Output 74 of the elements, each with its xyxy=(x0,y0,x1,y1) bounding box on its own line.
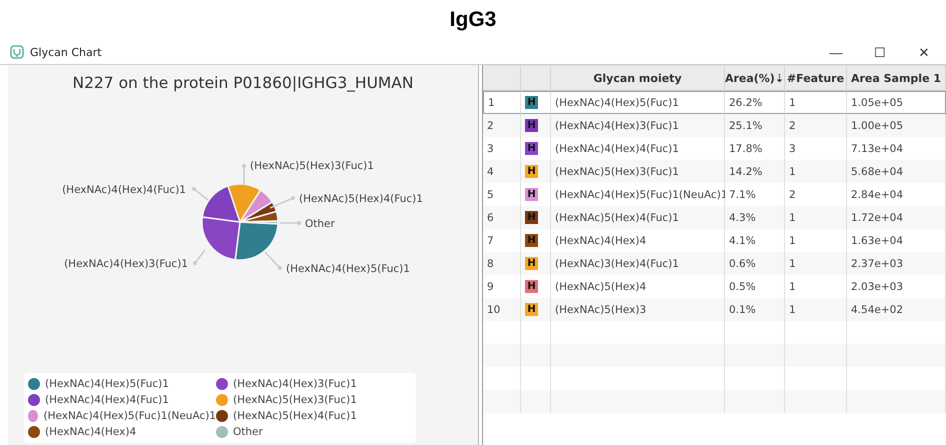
slice-label: Other xyxy=(305,218,335,230)
color-badge: H xyxy=(525,211,538,224)
table-cell: 2 xyxy=(785,114,847,137)
color-badge: H xyxy=(525,188,538,201)
column-header[interactable]: Glycan moiety xyxy=(551,65,725,91)
legend-item: (HexNAc)5(Hex)3(Fuc)1 xyxy=(216,394,406,406)
color-badge: H xyxy=(525,142,538,155)
legend-item: (HexNAc)4(Hex)5(Fuc)1 xyxy=(28,378,216,390)
table-cell: (HexNAc)5(Hex)3(Fuc)1 xyxy=(551,160,725,183)
table-cell: 4.3% xyxy=(725,206,785,229)
table-cell: (HexNAc)4(Hex)3(Fuc)1 xyxy=(551,114,725,137)
window-control-button[interactable]: ☐ xyxy=(858,40,902,64)
color-badge: H xyxy=(525,165,538,178)
slice-label: (HexNAc)5(Hex)4(Fuc)1 xyxy=(299,193,423,205)
slice-label: (HexNAc)4(Hex)4(Fuc)1 xyxy=(62,184,186,196)
window-control-button[interactable]: ✕ xyxy=(902,40,946,64)
table-cell: 1 xyxy=(785,298,847,321)
slice-label: (HexNAc)4(Hex)5(Fuc)1 xyxy=(286,263,410,275)
legend-item: (HexNAc)4(Hex)3(Fuc)1 xyxy=(216,378,406,390)
table-cell: (HexNAc)5(Hex)4(Fuc)1 xyxy=(551,206,725,229)
table-cell: 0.1% xyxy=(725,298,785,321)
table-cell: (HexNAc)4(Hex)5(Fuc)1 xyxy=(551,91,725,114)
leader-line xyxy=(192,187,208,201)
legend-item: (HexNAc)4(Hex)4(Fuc)1 xyxy=(28,394,216,406)
table-cell: 26.2% xyxy=(725,91,785,114)
table-cell: 25.1% xyxy=(725,114,785,137)
table-cell: (HexNAc)5(Hex)3 xyxy=(551,298,725,321)
window-title: Glycan Chart xyxy=(30,46,103,58)
table-cell: 1 xyxy=(785,252,847,275)
table-cell: 7.1% xyxy=(725,183,785,206)
table-cell: 1.00e+05 xyxy=(847,114,946,137)
column-header[interactable] xyxy=(483,65,521,91)
color-badge: H xyxy=(525,280,538,293)
slice-label: (HexNAc)5(Hex)3(Fuc)1 xyxy=(250,160,374,172)
table-cell: 1 xyxy=(785,91,847,114)
table-cell: 2.37e+03 xyxy=(847,252,946,275)
legend-item: (HexNAc)4(Hex)5(Fuc)1(NeuAc)1 xyxy=(28,410,216,422)
color-badge: H xyxy=(525,257,538,270)
column-header[interactable] xyxy=(521,65,551,91)
table-cell: 14.2% xyxy=(725,160,785,183)
column-header[interactable]: Area(%)⇣ xyxy=(725,65,785,91)
column-header[interactable]: #Feature xyxy=(785,65,847,91)
leader-line xyxy=(264,251,282,270)
app-icon xyxy=(10,45,24,59)
table-cell: 1.05e+05 xyxy=(847,91,946,114)
table-cell: 1 xyxy=(785,206,847,229)
legend-item: (HexNAc)4(Hex)4 xyxy=(28,426,216,438)
table-cell: 4.54e+02 xyxy=(847,298,946,321)
color-badge: H xyxy=(525,119,538,132)
table-cell: 1 xyxy=(785,160,847,183)
table-cell: 1.72e+04 xyxy=(847,206,946,229)
leader-line xyxy=(280,221,301,225)
table-cell: (HexNAc)3(Hex)4(Fuc)1 xyxy=(551,252,725,275)
table-cell: 1 xyxy=(483,91,521,114)
color-badge: H xyxy=(525,96,538,109)
leader-line xyxy=(270,196,295,209)
table-cell: 0.6% xyxy=(725,252,785,275)
table-cell: 6 xyxy=(483,206,521,229)
leader-line xyxy=(193,250,206,265)
leader-line xyxy=(242,164,246,185)
table-cell: 2 xyxy=(483,114,521,137)
window-control-button[interactable]: — xyxy=(814,40,858,64)
legend-item: Other xyxy=(216,426,406,438)
slice-label: (HexNAc)4(Hex)3(Fuc)1 xyxy=(64,258,188,270)
table-cell: 4 xyxy=(483,160,521,183)
column-header[interactable]: Area Sample 1 xyxy=(847,65,946,91)
color-badge: H xyxy=(525,234,538,247)
table-cell: 5.68e+04 xyxy=(847,160,946,183)
chart-title: N227 on the protein P01860|IGHG3_HUMAN xyxy=(72,74,414,92)
color-badge: H xyxy=(525,303,538,316)
table-cell: 10 xyxy=(483,298,521,321)
legend-item: (HexNAc)5(Hex)4(Fuc)1 xyxy=(216,410,406,422)
page-heading: IgG3 xyxy=(448,7,498,33)
table-cell: 8 xyxy=(483,252,521,275)
